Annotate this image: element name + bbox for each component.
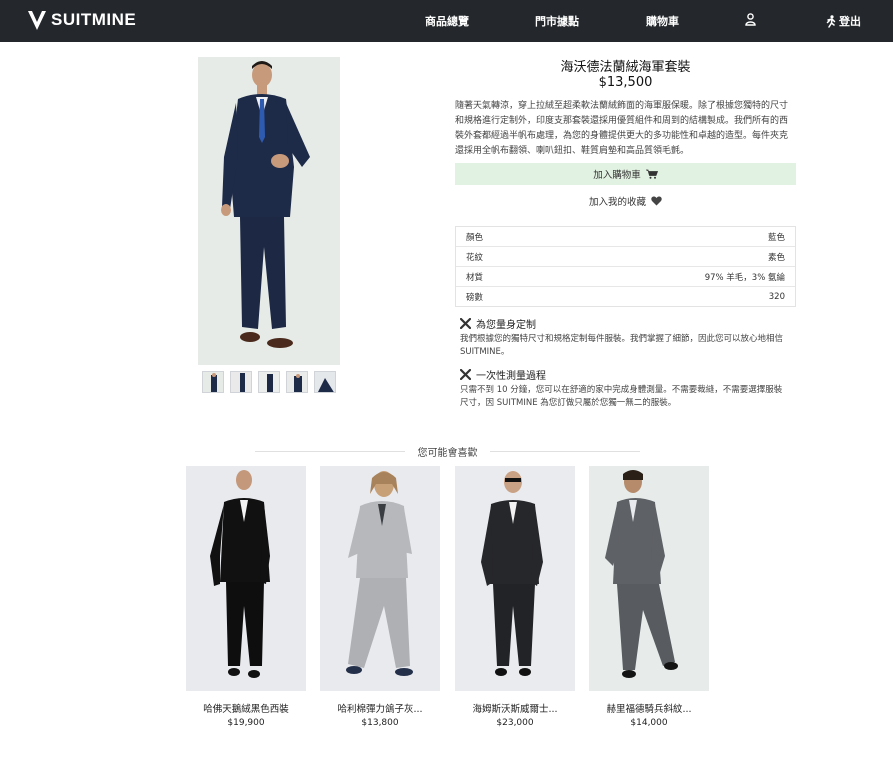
heart-icon bbox=[651, 196, 662, 206]
cart-icon bbox=[645, 169, 658, 179]
feature-text: 只需不到 10 分鐘，您可以在舒適的家中完成身體測量。不需要裁縫，不需要選擇服裝… bbox=[460, 385, 783, 408]
thumbnail[interactable] bbox=[202, 371, 224, 393]
spec-row: 顏色 藍色 bbox=[456, 227, 795, 246]
spec-label: 花紋 bbox=[466, 252, 484, 263]
spec-value: 素色 bbox=[767, 252, 785, 263]
feature-custom: 為您量身定制 我們根據您的獨特尺寸和規格定制每件服裝。我們掌握了細節，因此您可以… bbox=[460, 316, 790, 359]
logout-button[interactable]: 登出 bbox=[825, 13, 861, 29]
spec-row: 材質 97% 羊毛，3% 氨綸 bbox=[456, 266, 795, 286]
user-icon[interactable] bbox=[745, 13, 756, 26]
product-card-name[interactable]: 海姆斯沃斯威爾士... bbox=[455, 701, 575, 715]
product-card-price: $13,800 bbox=[361, 718, 399, 728]
thumbnail[interactable] bbox=[314, 371, 336, 393]
tools-icon bbox=[460, 317, 471, 329]
product-card[interactable]: 哈利棉彈力鴿子灰... $13,800 bbox=[320, 466, 440, 728]
product-card-image[interactable] bbox=[589, 466, 709, 691]
run-icon bbox=[826, 14, 836, 28]
logout-label: 登出 bbox=[839, 15, 861, 28]
add-to-cart-label: 加入購物車 bbox=[593, 170, 641, 181]
logo-icon bbox=[28, 11, 46, 30]
product-description: 隨著天氣轉涼，穿上拉絨至超柔軟法蘭絨飾面的海軍服保暖。除了根據您獨特的尺寸和規格… bbox=[455, 101, 789, 156]
top-navbar: SUITMINE 商品總覽 門市據點 購物車 登出 bbox=[0, 0, 893, 42]
spec-label: 顏色 bbox=[466, 232, 484, 243]
spec-value: 藍色 bbox=[767, 232, 785, 243]
product-title: 海沃德法蘭絨海軍套裝 bbox=[560, 60, 691, 75]
product-card-image[interactable] bbox=[455, 466, 575, 691]
spec-value: 97% 羊毛，3% 氨綸 bbox=[704, 272, 785, 283]
spec-row: 花紋 素色 bbox=[456, 246, 795, 266]
spec-label: 材質 bbox=[466, 272, 484, 283]
product-card-price: $19,900 bbox=[227, 718, 265, 728]
product-main-image bbox=[198, 57, 340, 365]
add-to-fav-label: 加入我的收藏 bbox=[588, 197, 646, 208]
feature-title: 一次性測量過程 bbox=[476, 370, 546, 382]
product-card-image[interactable] bbox=[320, 466, 440, 691]
product-price: $13,500 bbox=[598, 75, 653, 90]
product-card[interactable]: 赫里福德騎兵斜紋... $14,000 bbox=[589, 466, 709, 728]
product-card[interactable]: 海姆斯沃斯威爾士... $23,000 bbox=[455, 466, 575, 728]
tools-icon bbox=[460, 368, 471, 380]
spec-row: 磅數 320 bbox=[456, 286, 795, 306]
add-to-favorites-button[interactable]: 加入我的收藏 bbox=[455, 191, 796, 211]
thumbnail[interactable] bbox=[258, 371, 280, 393]
divider bbox=[255, 451, 405, 452]
spec-label: 磅數 bbox=[466, 292, 484, 303]
spec-table: 顏色 藍色 花紋 素色 材質 97% 羊毛，3% 氨綸 磅數 320 bbox=[455, 226, 796, 307]
feature-measure: 一次性測量過程 只需不到 10 分鐘，您可以在舒適的家中完成身體測量。不需要裁縫… bbox=[460, 367, 790, 410]
product-card-image[interactable] bbox=[186, 466, 306, 691]
product-card-price: $14,000 bbox=[630, 718, 668, 728]
feature-text: 我們根據您的獨特尺寸和規格定制每件服裝。我們掌握了細節，因此您可以放心地相信 S… bbox=[460, 334, 784, 357]
nav-stores[interactable]: 門市據點 bbox=[535, 13, 579, 29]
nav-cart[interactable]: 購物車 bbox=[646, 13, 679, 29]
product-card-name[interactable]: 哈佛天鵝絨黑色西裝 bbox=[186, 701, 306, 715]
add-to-cart-button[interactable]: 加入購物車 bbox=[455, 163, 796, 185]
product-card-name[interactable]: 赫里福德騎兵斜紋... bbox=[589, 701, 709, 715]
product-card-price: $23,000 bbox=[496, 718, 534, 728]
recommend-title: 您可能會喜歡 bbox=[405, 444, 490, 459]
brand-name: SUITMINE bbox=[51, 10, 137, 29]
brand-logo[interactable]: SUITMINE bbox=[27, 9, 136, 31]
nav-products[interactable]: 商品總覽 bbox=[425, 13, 469, 29]
feature-title: 為您量身定制 bbox=[476, 319, 536, 331]
divider bbox=[490, 451, 640, 452]
product-card[interactable]: 哈佛天鵝絨黑色西裝 $19,900 bbox=[186, 466, 306, 728]
thumbnail[interactable] bbox=[230, 371, 252, 393]
spec-value: 320 bbox=[768, 291, 785, 302]
thumbnail[interactable] bbox=[286, 371, 308, 393]
product-card-name[interactable]: 哈利棉彈力鴿子灰... bbox=[320, 701, 440, 715]
